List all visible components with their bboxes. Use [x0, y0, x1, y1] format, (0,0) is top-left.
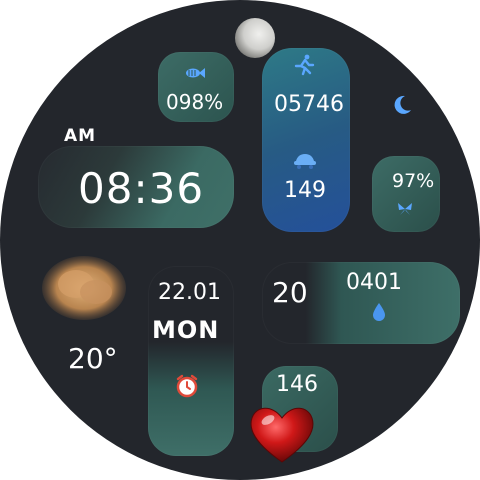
- extra-right-value: 0401: [346, 270, 402, 295]
- battery-fish-icon: [186, 68, 205, 78]
- watch-face: 098% 05746 149 AM 08:36 97% 20° 22.01 MO…: [0, 0, 480, 480]
- date-weekday: MON: [152, 316, 220, 344]
- water-drop-icon: [373, 303, 385, 321]
- alarm-clock-icon[interactable]: [175, 374, 199, 398]
- am-pm-label: AM: [64, 126, 97, 146]
- moon-phase-icon: [235, 18, 275, 58]
- cart-icon: [294, 154, 316, 169]
- humidity-complication[interactable]: [372, 156, 440, 232]
- humidity-value: 97%: [392, 170, 435, 192]
- heart-rate-value: 146: [276, 372, 318, 397]
- steps-value: 05746: [274, 92, 344, 117]
- calories-value: 149: [284, 178, 326, 203]
- butterfly-icon: [398, 203, 412, 215]
- weather-temp: 20°: [68, 342, 118, 375]
- time-display: 08:36: [78, 164, 205, 213]
- crescent-moon-icon: [394, 95, 411, 114]
- extra-left-value: 20: [272, 276, 308, 309]
- running-man-icon: [294, 54, 315, 76]
- battery-value: 098%: [166, 90, 224, 114]
- date-day: 22.01: [158, 280, 221, 305]
- heart-icon: [250, 407, 314, 463]
- weather-cloud-icon: [42, 256, 126, 320]
